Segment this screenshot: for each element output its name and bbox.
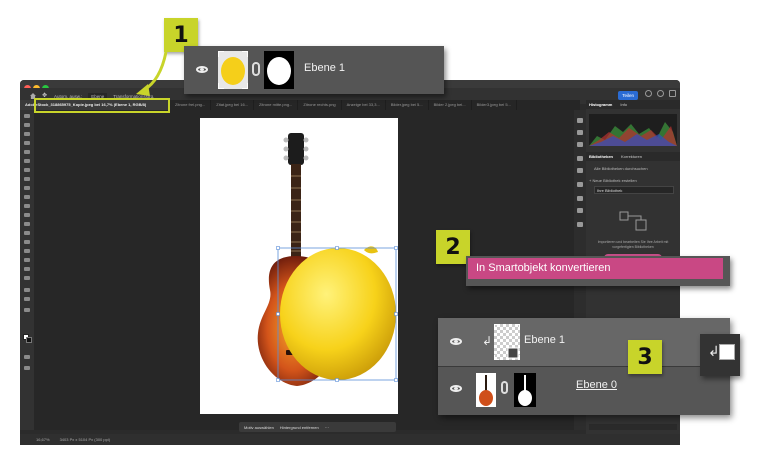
guitar-and-lemon-image	[257, 133, 398, 386]
swatches-panel-icon[interactable]	[577, 182, 583, 187]
type-tool-icon[interactable]	[24, 258, 30, 262]
clone-stamp-tool-icon[interactable]	[24, 195, 30, 199]
zoom-tool-icon[interactable]	[24, 297, 30, 301]
library-search-field[interactable]: Alle Bibliotheken durchsuchen	[594, 166, 648, 171]
document-size: 3403 Px x 5104 Px (300 ppi)	[59, 437, 111, 442]
brush-panel-icon[interactable]	[577, 156, 583, 161]
histogram-chart	[589, 114, 677, 146]
visibility-eye-icon[interactable]	[450, 338, 462, 345]
share-button[interactable]: Teilen	[618, 91, 638, 100]
library-panel-tabs: Bibliotheken Korrekturen	[586, 152, 680, 161]
tab-document[interactable]: Zitrone frei.png...	[170, 100, 212, 110]
screen-mode-icon[interactable]	[24, 366, 30, 370]
create-clipping-mask-icon[interactable]: ↲	[708, 343, 720, 360]
history-brush-tool-icon[interactable]	[24, 204, 30, 208]
layer-divider	[438, 366, 730, 367]
smart-object-thumbnail[interactable]	[494, 324, 520, 360]
zoom-level[interactable]: 16,67%	[36, 437, 50, 442]
more-tools-icon[interactable]	[24, 308, 30, 312]
library-illustration-icon	[619, 211, 647, 231]
context-menu-callout: In Smartobjekt konvertieren	[466, 256, 730, 286]
paragraph-panel-icon[interactable]	[577, 208, 583, 213]
character-panel-icon[interactable]	[577, 196, 583, 201]
tab-adjustments[interactable]: Korrekturen	[621, 154, 642, 159]
tab-histogram[interactable]: Histogramm	[589, 102, 612, 107]
adjustments-panel-icon[interactable]	[577, 142, 583, 147]
hand-tool-icon[interactable]	[24, 288, 30, 292]
search-icon[interactable]	[645, 90, 652, 97]
convert-to-smart-object-menu-item[interactable]: In Smartobjekt konvertieren	[468, 258, 723, 279]
tab-document[interactable]: Bilder 2.jpeg bei...	[429, 100, 472, 110]
step-badge-3: 3	[628, 340, 662, 374]
help-icon[interactable]	[657, 90, 664, 97]
select-subject-button[interactable]: Motiv auswählen	[244, 425, 274, 430]
step-badge-2: 2	[436, 230, 470, 264]
tab-document[interactable]: Zitrone rechts.png	[298, 100, 342, 110]
clipping-mask-icon-callout: ↲	[700, 334, 740, 376]
tab-libraries[interactable]: Bibliotheken	[589, 154, 613, 159]
layer-name-label[interactable]: Ebene 1	[524, 334, 565, 346]
layer-callout-zoom: Ebene 1	[184, 46, 444, 94]
crop-tool-icon[interactable]	[24, 150, 30, 154]
workspace-icon[interactable]	[669, 90, 676, 97]
layers-callout-zoom: ↲ Ebene 1 Ebene 0	[438, 318, 730, 415]
tab-document[interactable]: Anzeige bei 33,3...	[342, 100, 386, 110]
layer-mask-thumbnail[interactable]	[264, 51, 294, 89]
contextual-task-bar: Motiv auswählen Hintergrund entfernen ⋯	[239, 422, 396, 432]
move-tool-icon[interactable]	[24, 114, 30, 118]
path-select-tool-icon[interactable]	[24, 267, 30, 271]
history-panel-icon[interactable]	[577, 118, 583, 123]
gradient-tool-icon[interactable]	[24, 222, 30, 226]
histogram-panel-tabs: Histogramm Info	[586, 100, 680, 109]
remove-background-button[interactable]: Hintergrund entfernen	[280, 425, 319, 430]
3d-panel-icon[interactable]	[577, 222, 583, 227]
play-action-icon[interactable]	[577, 130, 583, 135]
lemon-layer-thumbnail[interactable]	[218, 51, 248, 89]
lasso-tool-icon[interactable]	[24, 132, 30, 136]
eyedropper-tool-icon[interactable]	[24, 168, 30, 172]
callout-arrow	[136, 51, 168, 96]
frame-tool-icon[interactable]	[24, 159, 30, 163]
tab-document[interactable]: Zitat.jpeg bei 16...	[211, 100, 255, 110]
more-options-icon[interactable]: ⋯	[325, 425, 329, 430]
clipping-mask-square	[719, 344, 735, 360]
shape-tool-icon[interactable]	[24, 276, 30, 280]
tab-document[interactable]: Bilder.jpeg bei 5...	[386, 100, 429, 110]
brush-tool-icon[interactable]	[24, 186, 30, 190]
quick-mask-icon[interactable]	[24, 355, 30, 359]
new-library-button[interactable]: + Neue Bibliothek erstellen	[589, 178, 637, 183]
blur-tool-icon[interactable]	[24, 231, 30, 235]
tools-panel	[20, 110, 34, 430]
layer-name-label[interactable]: Ebene 0	[576, 379, 617, 391]
histogram-graph	[589, 122, 677, 146]
layer-row-ebene-1[interactable]: ↲ Ebene 1	[438, 318, 730, 366]
screenshot-stage: ✥ Autom. ausw.: Ebene Transformationsstr…	[0, 0, 770, 468]
document-canvas[interactable]	[200, 118, 398, 414]
library-name-field[interactable]: Ihre Bibliothek	[594, 186, 674, 194]
marquee-tool-icon[interactable]	[24, 123, 30, 127]
visibility-eye-icon[interactable]	[196, 66, 208, 73]
tab-info[interactable]: Info	[620, 102, 627, 107]
tab-document[interactable]: Zitrone mitte.png...	[254, 100, 299, 110]
background-color-swatch[interactable]	[26, 337, 32, 343]
properties-panel-icon[interactable]	[577, 168, 583, 173]
clipping-arrow-icon: ↲	[482, 334, 493, 348]
visibility-eye-icon[interactable]	[450, 385, 462, 392]
pen-tool-icon[interactable]	[24, 249, 30, 253]
eraser-tool-icon[interactable]	[24, 213, 30, 217]
status-bar: 16,67% 3403 Px x 5104 Px (300 ppi)	[20, 434, 680, 445]
link-chain-icon[interactable]	[252, 62, 260, 76]
layer-name-label[interactable]: Ebene 1	[304, 62, 345, 74]
link-chain-icon[interactable]	[501, 381, 508, 394]
dodge-tool-icon[interactable]	[24, 240, 30, 244]
library-note-text: Importieren und bearbeiten Sie Ihre Arbe…	[597, 240, 669, 249]
layers-footer-icons[interactable]	[589, 424, 677, 430]
tab-document[interactable]: Bilder3.jpeg bei 5...	[472, 100, 517, 110]
active-tab-highlight	[34, 98, 170, 113]
quick-select-tool-icon[interactable]	[24, 141, 30, 145]
healing-brush-tool-icon[interactable]	[24, 177, 30, 181]
guitar-mask-thumbnail[interactable]	[514, 373, 536, 407]
guitar-layer-thumbnail[interactable]	[476, 373, 496, 407]
